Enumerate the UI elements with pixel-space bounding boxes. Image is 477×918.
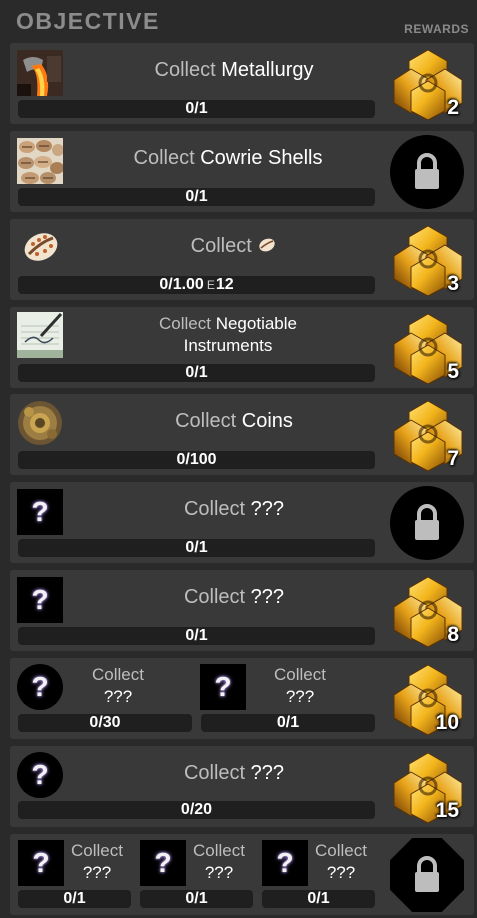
objective-label: Collect Negotiable Instruments xyxy=(159,314,297,355)
locked-reward xyxy=(390,135,464,209)
objective-label: Collect Cowrie Shells xyxy=(133,147,323,169)
lock-icon xyxy=(413,504,441,542)
locked-reward xyxy=(390,486,464,560)
objective-header: OBJECTIVE REWARDS xyxy=(0,0,477,40)
objective-label: Collect ??? xyxy=(315,841,367,882)
cowrie-shell-icon xyxy=(19,224,65,270)
reward-button[interactable]: 2 xyxy=(391,47,465,122)
objective-label: Collect ??? xyxy=(183,586,285,608)
progress-bar: 0/100 xyxy=(18,451,375,469)
objective-row-cowrie-shells[interactable]: Collect Cowrie Shells 0/1 xyxy=(10,131,474,212)
unknown-icon: ? xyxy=(17,664,63,710)
progress-bar: 0/1 xyxy=(140,890,253,908)
objective-row-unknown[interactable]: ? Collect ??? 0/20 15 xyxy=(10,746,474,827)
progress-bar: 0/1 xyxy=(18,100,375,118)
objective-label: Collect Coins xyxy=(175,410,293,432)
metallurgy-icon xyxy=(17,50,63,96)
progress-bar: 0/1 xyxy=(18,188,375,206)
reward-button[interactable]: 10 xyxy=(391,662,465,737)
progress-bar: 0/1 xyxy=(18,890,131,908)
unknown-icon: ? xyxy=(17,577,63,623)
progress-bar: 0/1.00 E 12 xyxy=(18,276,375,294)
objective-row-coins[interactable]: Collect Coins 0/100 7 xyxy=(10,394,474,475)
progress-bar: 0/1 xyxy=(201,714,375,732)
objective-label: Collect xyxy=(76,235,392,257)
progress-bar: 0/20 xyxy=(18,801,375,819)
unknown-icon: ? xyxy=(200,664,246,710)
progress-bar: 0/30 xyxy=(18,714,192,732)
objective-title: OBJECTIVE xyxy=(16,8,160,34)
objective-label: Collect Metallurgy xyxy=(154,59,314,81)
coins-icon xyxy=(17,400,63,446)
negotiable-instruments-icon xyxy=(17,312,63,358)
objective-row-cowrie-shell[interactable]: Collect 0/1.00 E 12 3 xyxy=(10,219,474,300)
reward-button[interactable]: 5 xyxy=(391,311,465,386)
objective-label: Collect ??? xyxy=(71,841,123,882)
reward-button[interactable]: 8 xyxy=(391,574,465,649)
objective-row-negotiable-instruments[interactable]: Collect Negotiable Instruments 0/1 5 xyxy=(10,307,474,388)
progress-bar: 0/1 xyxy=(18,627,375,645)
progress-bar: 0/1 xyxy=(18,539,375,557)
objective-label: Collect ??? xyxy=(92,665,144,706)
objective-label: Collect ??? xyxy=(193,841,245,882)
cowrie-shells-icon xyxy=(17,138,63,184)
reward-button[interactable]: 3 xyxy=(391,223,465,298)
lock-icon xyxy=(413,153,441,191)
unknown-icon: ? xyxy=(17,489,63,535)
objective-row-multi[interactable]: ? Collect ??? 0/1 ? Collect ??? 0/1 ? Co… xyxy=(10,834,474,915)
reward-button[interactable]: 15 xyxy=(391,750,465,825)
unknown-icon: ? xyxy=(140,840,186,886)
objective-label: Collect ??? xyxy=(274,665,326,706)
objective-row-multi[interactable]: ? Collect ??? 0/30 ? Collect ??? 0/1 10 xyxy=(10,658,474,739)
reward-button[interactable]: 7 xyxy=(391,398,465,473)
cowrie-shell-inline-icon xyxy=(259,238,276,252)
unknown-icon: ? xyxy=(18,840,64,886)
progress-bar: 0/1 xyxy=(18,364,375,382)
objective-row-unknown[interactable]: ? Collect ??? 0/1 8 xyxy=(10,570,474,651)
progress-bar: 0/1 xyxy=(262,890,375,908)
rewards-label: REWARDS xyxy=(404,22,469,36)
objective-row-unknown[interactable]: ? Collect ??? 0/1 xyxy=(10,482,474,563)
objective-label: Collect ??? xyxy=(183,498,285,520)
objective-row-metallurgy[interactable]: Collect Metallurgy 0/1 2 xyxy=(10,43,474,124)
locked-reward xyxy=(390,838,464,912)
lock-icon xyxy=(413,856,441,894)
unknown-icon: ? xyxy=(17,752,63,798)
unknown-icon: ? xyxy=(262,840,308,886)
objective-label: Collect ??? xyxy=(183,762,285,784)
